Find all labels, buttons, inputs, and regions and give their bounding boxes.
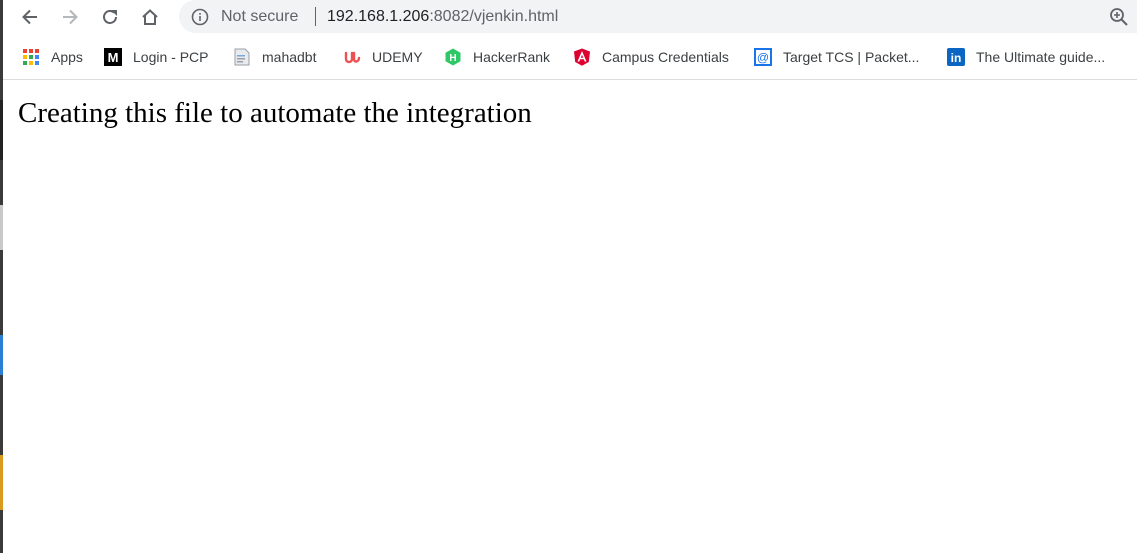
bookmark-label: Login - PCP bbox=[133, 49, 209, 65]
bookmark-target-tcs[interactable]: @ Target TCS | Packet... bbox=[753, 42, 919, 72]
bookmark-label: Campus Credentials bbox=[602, 49, 729, 65]
not-secure-label[interactable]: Not secure bbox=[221, 7, 298, 26]
page-content: Creating this file to automate the integ… bbox=[3, 80, 1137, 553]
svg-text:in: in bbox=[951, 51, 962, 65]
page-body-text: Creating this file to automate the integ… bbox=[18, 97, 532, 129]
bookmark-label: UDEMY bbox=[372, 49, 423, 65]
m-logo-icon: M bbox=[103, 47, 123, 67]
back-button[interactable] bbox=[15, 2, 45, 32]
bookmarks-bar: Apps M Login - PCP mahadbt UDEMY H Hacke… bbox=[3, 42, 1137, 72]
arrow-right-icon bbox=[63, 9, 78, 25]
browser-toolbar: Not secure 192.168.1.206:8082/vjenkin.ht… bbox=[3, 0, 1137, 34]
svg-text:M: M bbox=[108, 50, 119, 65]
linkedin-logo-icon: in bbox=[946, 47, 966, 67]
arrow-left-icon bbox=[22, 9, 37, 25]
svg-text:H: H bbox=[449, 53, 456, 64]
bookmark-campus-credentials[interactable]: Campus Credentials bbox=[572, 42, 729, 72]
bookmark-label: mahadbt bbox=[262, 49, 317, 65]
svg-text:@: @ bbox=[757, 51, 769, 65]
apps-grid-icon bbox=[21, 47, 41, 67]
bookmark-ultimate-guide[interactable]: in The Ultimate guide... bbox=[946, 42, 1105, 72]
omnibox-divider bbox=[315, 7, 316, 26]
home-button[interactable] bbox=[135, 2, 165, 32]
zoom-in-icon[interactable] bbox=[1109, 7, 1129, 27]
url-text[interactable]: 192.168.1.206:8082/vjenkin.html bbox=[327, 7, 558, 26]
address-bar[interactable]: Not secure 192.168.1.206:8082/vjenkin.ht… bbox=[179, 0, 1137, 33]
forward-button[interactable] bbox=[55, 2, 85, 32]
bookmark-hackerrank[interactable]: H HackerRank bbox=[443, 42, 550, 72]
bookmark-label: Apps bbox=[51, 49, 83, 65]
bookmark-label: Target TCS | Packet... bbox=[783, 49, 920, 65]
reload-icon bbox=[103, 10, 117, 24]
browser-window: Not secure 192.168.1.206:8082/vjenkin.ht… bbox=[3, 0, 1137, 553]
hackerrank-logo-icon: H bbox=[443, 47, 463, 67]
bookmark-login-pcp[interactable]: M Login - PCP bbox=[103, 42, 208, 72]
bookmark-label: The Ultimate guide... bbox=[976, 49, 1106, 65]
bookmark-label: HackerRank bbox=[473, 49, 551, 65]
url-path: :8082/vjenkin.html bbox=[429, 8, 559, 25]
bookmark-apps[interactable]: Apps bbox=[21, 42, 83, 72]
info-icon[interactable] bbox=[191, 8, 209, 26]
reload-button[interactable] bbox=[95, 2, 125, 32]
bookmark-udemy[interactable]: UDEMY bbox=[342, 42, 423, 72]
angular-logo-icon bbox=[572, 47, 592, 67]
url-host: 192.168.1.206 bbox=[327, 8, 430, 25]
udemy-logo-icon bbox=[342, 47, 362, 67]
bookmark-mahadbt[interactable]: mahadbt bbox=[232, 42, 316, 72]
at-sign-icon: @ bbox=[753, 47, 773, 67]
home-icon bbox=[142, 9, 158, 25]
document-page-icon bbox=[232, 47, 252, 67]
